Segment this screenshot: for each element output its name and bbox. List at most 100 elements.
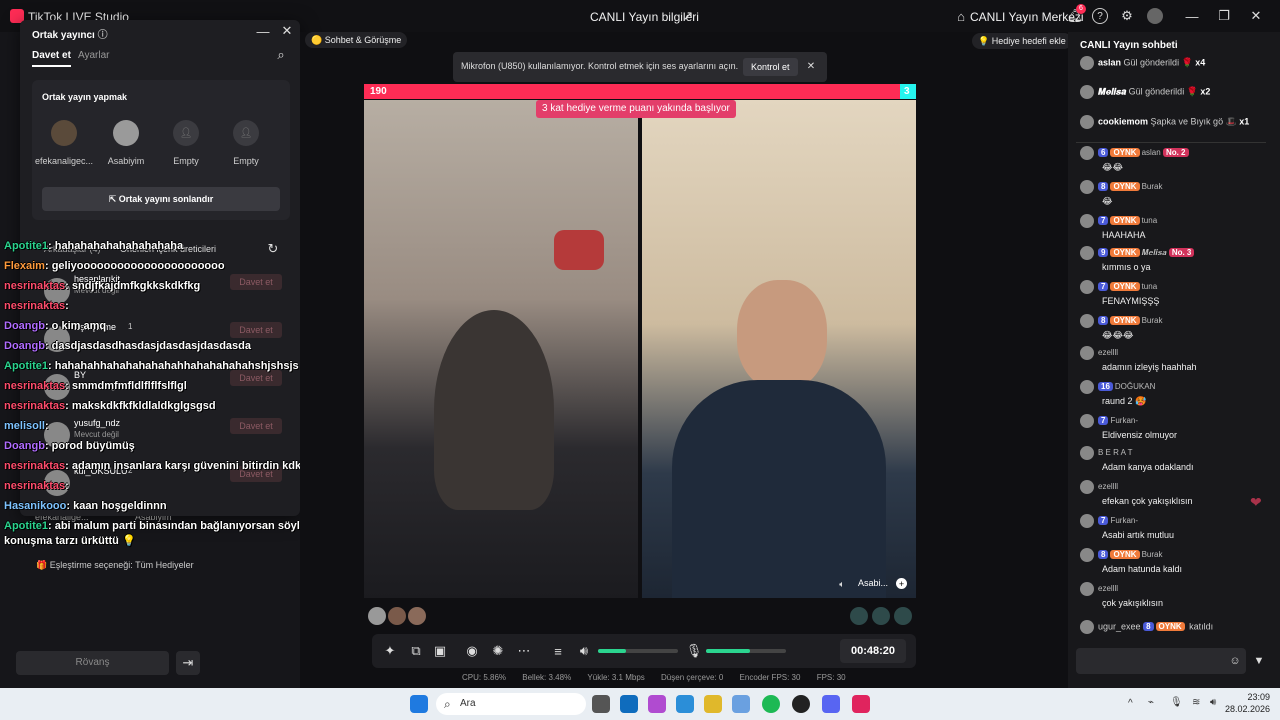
chat-username: Burak <box>1141 182 1163 192</box>
guest-slots[interactable] <box>850 607 914 625</box>
search-icon[interactable]: ⌕ <box>274 47 288 62</box>
volume-tray-icon[interactable]: 🔊︎ <box>1210 697 1216 708</box>
avatar <box>368 607 386 625</box>
chat-username: Flexaim <box>4 260 45 272</box>
help-icon[interactable]: ? <box>1092 8 1108 24</box>
end-co-host-button[interactable]: ⇱ Ortak yayını sonlandır <box>42 187 280 211</box>
chat-username: tuna <box>1141 282 1158 292</box>
share-icon[interactable]: ↗ <box>680 8 696 24</box>
filter-icon[interactable]: ▼ <box>1252 654 1266 668</box>
chat-username: Doangb <box>4 320 45 332</box>
chat-username: Apotite1 <box>4 240 48 252</box>
popup-close-icon[interactable]: ✕ <box>280 23 294 38</box>
level-badge: 7 <box>1098 282 1109 292</box>
volume-icon[interactable]: 🔊︎ <box>576 643 592 659</box>
chat-text: : porod büyümüş <box>44 440 135 452</box>
maximize-icon[interactable]: ❐ <box>1216 8 1232 24</box>
gift-goal-chip[interactable]: 💡 Hediye hedefi ekle <box>972 33 1072 49</box>
volume-slider[interactable] <box>598 649 678 653</box>
profile-avatar[interactable] <box>1147 8 1163 24</box>
level-badge: 16 <box>1098 382 1113 392</box>
avatar <box>1080 380 1094 394</box>
discord-icon[interactable] <box>822 695 840 713</box>
chat-text: 😂😂😂 <box>1102 330 1134 340</box>
mic-tray-icon[interactable]: 🎙︎ <box>1170 697 1183 708</box>
spotify-icon[interactable] <box>762 695 780 713</box>
outlook-icon[interactable] <box>620 695 638 713</box>
clock-date: 28.02.2026 <box>1224 704 1270 714</box>
notice-close-icon[interactable]: ✕ <box>805 60 817 72</box>
record-icon[interactable]: ◉ <box>464 643 480 659</box>
search-label: Ara <box>460 698 476 709</box>
effects-icon[interactable]: ✺ <box>490 643 506 659</box>
mic-slider[interactable] <box>706 649 786 653</box>
chat-text: adamın izleyiş haahhah <box>1102 362 1197 372</box>
slot-2[interactable]: Asabiyim <box>96 120 156 166</box>
chat-message: 7 Furkan- Eldivensiz olmuyor <box>1080 414 1264 440</box>
exit-icon[interactable]: ⇥ <box>176 651 200 675</box>
avatar <box>1080 280 1094 294</box>
avatar <box>1080 414 1094 428</box>
app-icon[interactable] <box>792 695 810 713</box>
notification-count: 6 <box>1076 4 1086 14</box>
check-button[interactable]: Kontrol et <box>743 58 798 76</box>
chat-message: 7 Furkan- Asabi artık mutluu <box>1080 514 1264 540</box>
close-window-icon[interactable]: ✕ <box>1248 8 1264 24</box>
mic-icon[interactable]: 🎙︎ <box>686 643 703 659</box>
windows-start-icon[interactable] <box>410 695 428 713</box>
avatar <box>1080 446 1094 460</box>
tray-chevron-icon[interactable]: ^ <box>1128 698 1133 709</box>
slot-1[interactable]: efekanaligec... <box>32 120 96 166</box>
slot-4[interactable]: 👤︎ Empty <box>216 120 276 166</box>
avatar <box>1080 85 1094 99</box>
wifi-icon[interactable]: ≋ <box>1192 697 1200 708</box>
avatar <box>408 607 426 625</box>
slot-3[interactable]: 👤︎ Empty <box>156 120 216 166</box>
overlay-chat-line: Flexaim: geliyoooooooooooooooooooooo <box>4 260 225 272</box>
avatar <box>1080 314 1094 328</box>
tab-settings[interactable]: Ayarlar <box>78 50 110 61</box>
pk-score-fill <box>364 84 900 99</box>
tiktok-taskbar-icon[interactable] <box>852 695 870 713</box>
minimize-icon[interactable]: — <box>1184 8 1200 24</box>
stat-memory: Bellek: 3.48% <box>522 673 572 682</box>
home-icon[interactable]: ⌂ <box>954 8 968 24</box>
chat-input[interactable]: ☺ <box>1076 648 1246 674</box>
popup-minimize-icon[interactable]: — <box>256 24 270 39</box>
edge-icon[interactable] <box>676 695 694 713</box>
emoji-icon[interactable]: ☺ <box>1228 654 1242 668</box>
chrome-icon[interactable] <box>704 695 722 713</box>
add-icon[interactable]: + <box>896 578 907 589</box>
copilot-icon[interactable] <box>648 695 666 713</box>
settings-app-icon[interactable] <box>732 695 750 713</box>
stat-fps: FPS: 30 <box>816 673 846 682</box>
taskbar-search[interactable]: ⌕ Ara <box>436 693 586 715</box>
gear-icon[interactable]: ⚙ <box>1118 7 1136 25</box>
chat-username: DOĞUKAN <box>1114 382 1156 392</box>
avatar <box>1080 246 1094 260</box>
rematch-button[interactable]: Rövanş <box>16 651 169 675</box>
gift-list: aslan Gül gönderildi 🌹 x4 𝑴𝒆𝒍𝒊𝒔𝒂 Gül gön… <box>1080 56 1270 136</box>
chat-mode-chip[interactable]: 🟡 Sohbet & Görüşme <box>305 32 408 48</box>
chat-message: ezellll efekan çok yakışıklısın <box>1080 480 1264 506</box>
task-view-icon[interactable] <box>592 695 610 713</box>
chat-username: ezellll <box>1098 482 1119 492</box>
screen-icon[interactable]: ▣ <box>432 643 448 659</box>
search-icon: ⌕ <box>444 697 451 711</box>
tab-invite[interactable]: Davet et <box>32 50 71 67</box>
chat-message: ezellll çok yakışıklısın <box>1080 582 1264 608</box>
fan-badge: OYNK <box>1110 216 1140 226</box>
heart-icon[interactable]: ❤ <box>1250 494 1266 510</box>
layout-icon[interactable]: ⧉ <box>408 643 424 659</box>
network-icon[interactable]: ⌁ <box>1148 697 1154 708</box>
mixer-icon[interactable]: ≡ <box>550 643 566 659</box>
chat-text: çok yakışıklısın <box>1102 598 1164 608</box>
more-icon[interactable]: ⋯ <box>516 643 532 659</box>
speaker-icon[interactable]: 🔈︎ <box>836 578 848 590</box>
person-icon: 👤︎ <box>233 120 259 146</box>
top-viewers[interactable] <box>368 607 438 625</box>
chat-text: Eldivensiz olmuyor <box>1102 430 1178 440</box>
chat-text: efekan çok yakışıklısın <box>1102 496 1193 506</box>
magic-icon[interactable]: ✦ <box>382 643 398 659</box>
overlay-chat-line: nesrinaktas: adamın insanlara karşı güve… <box>4 460 330 472</box>
